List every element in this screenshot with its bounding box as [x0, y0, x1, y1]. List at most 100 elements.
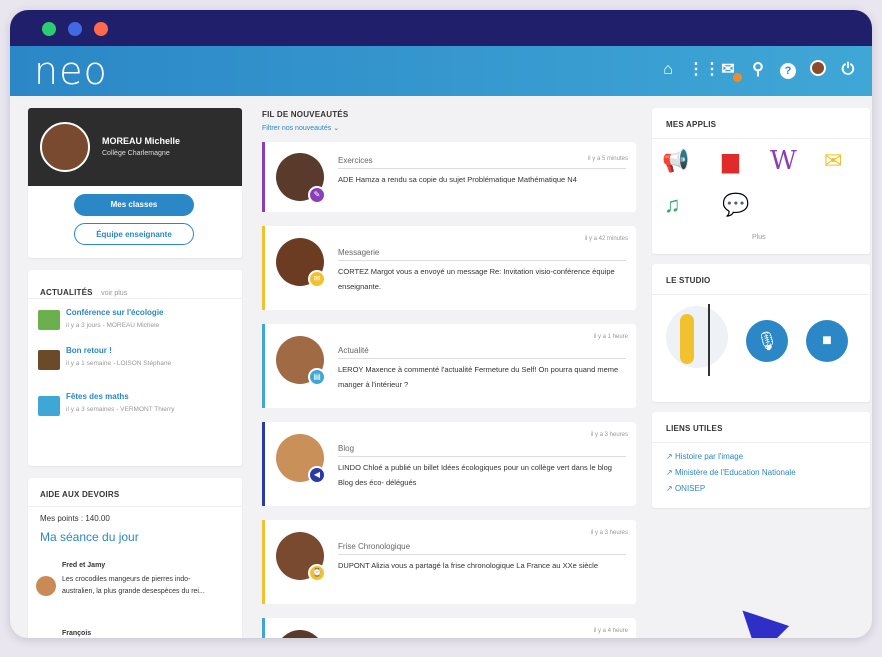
actualite-thumbnail	[38, 310, 60, 330]
feed-title: FIL DE NOUVEAUTÉS	[262, 110, 349, 119]
close-dot[interactable]	[42, 22, 56, 36]
divider	[28, 298, 242, 299]
divider	[652, 442, 870, 443]
music-app-icon[interactable]: ♫	[664, 192, 681, 218]
feed-text: ADE Hamza a rendu sa copie du sujet Prob…	[338, 175, 577, 184]
feed-type-bar	[262, 520, 265, 604]
mes-classes-button[interactable]: Mes classes	[74, 194, 194, 216]
exercise-icon: ✎	[308, 186, 326, 204]
actualite-title[interactable]: Conférence sur l'écologie	[66, 308, 163, 317]
feed-type: Exercices	[338, 156, 373, 165]
actualite-title[interactable]: Fêtes des maths	[66, 392, 129, 401]
profile-banner: MOREAU Michelle Collège Charlemagne	[28, 108, 242, 186]
chevron-down-icon: ⌄	[333, 125, 340, 132]
feed-time: il y a 3 heures	[590, 432, 628, 438]
feed-text: DUPONT Alizia vous a partagé la frise ch…	[338, 561, 598, 570]
feed-item[interactable]: ✎ Exercices il y a 5 minutes ADE Hamza a…	[262, 142, 636, 212]
studio-card: LE STUDIO 🎙 ■	[652, 264, 870, 402]
feed-item[interactable]: ◀ Blog il y a 3 heures LINDO Chloé a pub…	[262, 422, 636, 506]
neo-logo[interactable]: neo	[34, 49, 108, 93]
envelope-icon: ✉	[308, 270, 326, 288]
lien-label: Histoire par l'image	[674, 452, 744, 461]
folder-app-icon[interactable]: ▆	[722, 148, 739, 174]
feed-item[interactable]: il y a 4 heure	[262, 618, 636, 638]
actualite-thumbnail	[38, 396, 60, 416]
lien-label: Ministère de l'Education Nationale	[674, 468, 796, 477]
feed-type-bar	[262, 324, 265, 408]
profile-avatar	[40, 122, 90, 172]
studio-illustration	[666, 306, 728, 368]
mes-applis-card: MES APPLIS 📢 ▆ W ✉ ♫ 💬 Plus	[652, 108, 870, 254]
studio-title: LE STUDIO	[666, 276, 711, 285]
profile-name: MOREAU Michelle	[102, 136, 181, 146]
divider	[652, 138, 870, 139]
power-icon[interactable]: ⏻	[838, 60, 858, 80]
home-icon[interactable]: ⌂	[658, 60, 678, 80]
lien-label: ONISEP	[674, 484, 706, 493]
feed-time: il y a 3 heures	[590, 530, 628, 536]
top-navbar: neo ⌂ ⋮⋮ ✉ ⚲ ? ⏻	[10, 46, 872, 96]
mail-app-icon[interactable]: ✉	[824, 148, 842, 174]
timeline-icon: ⌚	[308, 564, 326, 582]
points-text: Mes points : 140.00	[40, 514, 110, 523]
video-camera-icon[interactable]: ■	[806, 320, 848, 362]
aide-devoirs-card: AIDE AUX DEVOIRS Mes points : 140.00 Ma …	[28, 478, 242, 638]
maximize-dot[interactable]	[94, 22, 108, 36]
actualite-meta: il y a 3 semaines - VERMONT Thierry	[66, 406, 175, 413]
feed-divider	[338, 260, 626, 261]
aide-devoirs-title: AIDE AUX DEVOIRS	[40, 490, 120, 499]
mes-applis-title: MES APPLIS	[666, 120, 717, 129]
feed-type-bar	[262, 142, 265, 212]
actualite-meta: il y a 1 semaine - LOISON Stéphane	[66, 360, 172, 367]
feed-item[interactable]: ▤ Actualité il y a 1 heure LEROY Maxence…	[262, 324, 636, 408]
mail-icon[interactable]: ✉	[718, 60, 742, 82]
feed-text: LEROY Maxence à commenté l'actualité Fer…	[338, 365, 619, 389]
equipe-enseignante-button[interactable]: Équipe enseignante	[74, 223, 194, 245]
feed-divider	[338, 456, 626, 457]
actualites-title: ACTUALITÉS	[40, 288, 93, 297]
top-icons: ⌂ ⋮⋮ ✉ ⚲ ? ⏻	[658, 60, 858, 82]
feed-type-bar	[262, 226, 265, 310]
divider	[28, 506, 242, 507]
news-icon: ▤	[308, 368, 326, 386]
studio-person-illustration	[680, 314, 694, 364]
mic-stand-illustration	[708, 304, 710, 376]
apps-grid-icon[interactable]: ⋮⋮	[688, 60, 720, 80]
wiki-app-icon[interactable]: W	[770, 146, 797, 176]
seance-title[interactable]: Ma séance du jour	[40, 530, 139, 544]
voir-plus-link[interactable]: voir plus	[101, 290, 127, 297]
actualite-thumbnail	[38, 350, 60, 370]
help-icon[interactable]: ?	[778, 60, 798, 80]
actualite-meta: il y a 3 jours - MOREAU Michele	[66, 322, 160, 329]
megaphone-icon: ◀	[308, 466, 326, 484]
actualites-card: ACTUALITÉS voir plus Conférence sur l'éc…	[28, 270, 242, 466]
microphone-icon[interactable]: 🎙	[746, 320, 788, 362]
megaphone-app-icon[interactable]: 📢	[662, 148, 689, 174]
feed-item[interactable]: ⌚ Frise Chronologique il y a 3 heures DU…	[262, 520, 636, 604]
feed-type-bar	[262, 618, 265, 638]
feed-type-bar	[262, 422, 265, 506]
notification-badge	[733, 73, 742, 82]
feed-time: il y a 5 minutes	[587, 156, 628, 162]
divider	[652, 294, 870, 295]
profile-card: MOREAU Michelle Collège Charlemagne Mes …	[28, 108, 242, 258]
seance-next: François	[62, 630, 92, 637]
applis-plus-link[interactable]: Plus	[752, 234, 766, 241]
feed-time: il y a 1 heure	[593, 334, 628, 340]
chat-app-icon[interactable]: 💬	[722, 192, 749, 218]
lien-histoire[interactable]: ↗ Histoire par l'image	[666, 452, 743, 461]
user-avatar-icon[interactable]	[808, 60, 828, 80]
search-icon[interactable]: ⚲	[748, 60, 768, 80]
minimize-dot[interactable]	[68, 22, 82, 36]
avatars-icon	[36, 576, 56, 596]
lien-ministere[interactable]: ↗ Ministère de l'Education Nationale	[666, 468, 796, 477]
feed-text: LINDO Chloé a publié un billet Idées éco…	[338, 463, 612, 487]
external-link-icon: ↗	[666, 452, 673, 461]
feed-type: Messagerie	[338, 248, 380, 257]
feed-filter[interactable]: Filtrer nos nouveautés ⌄	[262, 124, 339, 132]
liens-utiles-card: LIENS UTILES ↗ Histoire par l'image ↗ Mi…	[652, 412, 870, 508]
lien-onisep[interactable]: ↗ ONISEP	[666, 484, 705, 493]
actualite-title[interactable]: Bon retour !	[66, 346, 112, 355]
feed-item[interactable]: ✉ Messagerie il y a 42 minutes CORTEZ Ma…	[262, 226, 636, 310]
app-window: neo ⌂ ⋮⋮ ✉ ⚲ ? ⏻ MOREAU Michelle Collège…	[10, 10, 872, 638]
